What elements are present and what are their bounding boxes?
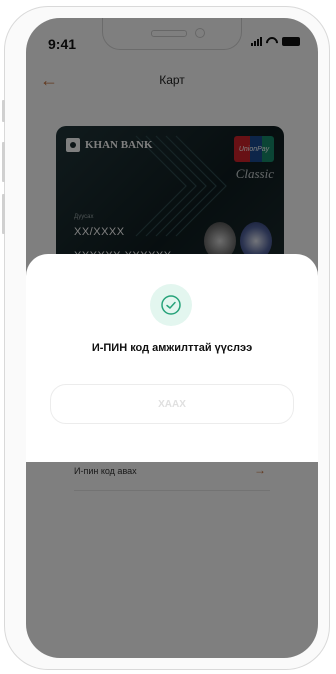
success-message: И-ПИН код амжилттай үүслээ (91, 342, 253, 354)
check-circle-icon (150, 284, 192, 326)
phone-volume-down-button (2, 194, 5, 234)
close-button[interactable]: ХААХ (50, 384, 294, 424)
app-screen: 9:41 ← Карт KH (26, 18, 318, 658)
phone-volume-up-button (2, 142, 5, 182)
phone-side-button (2, 100, 5, 122)
success-dialog: И-ПИН код амжилттай үүслээ ХААХ (26, 254, 318, 462)
